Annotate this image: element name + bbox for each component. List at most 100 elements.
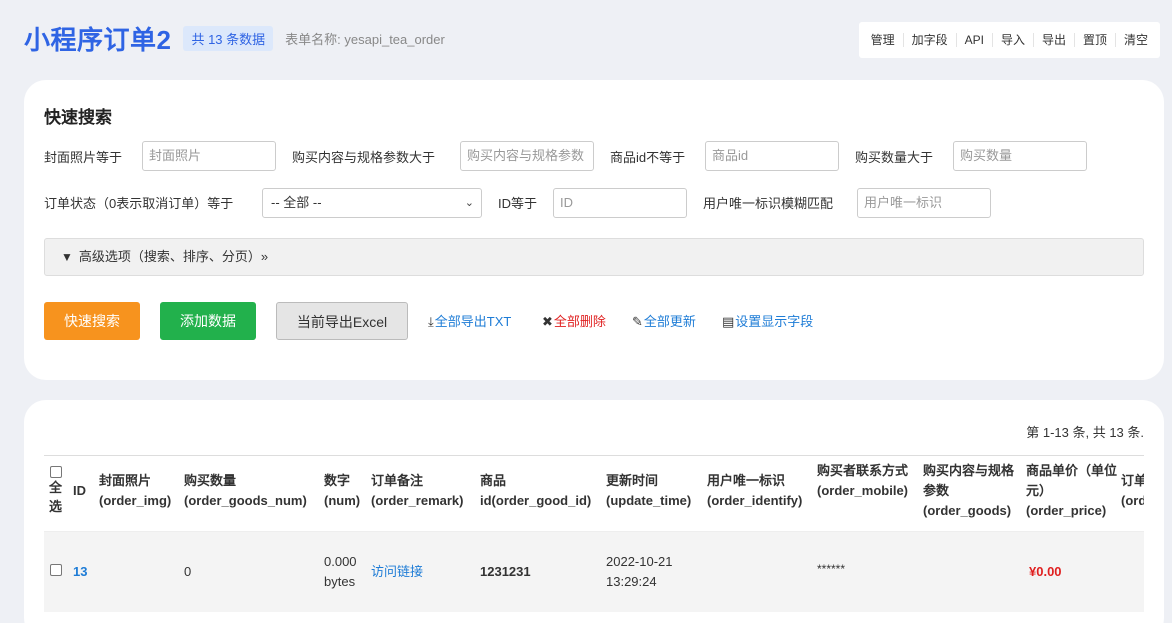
table-row: 13 0 0.000 bytes 访问链接 1231231 2022-10-21… [44, 532, 1144, 612]
delete-icon: ✖ [542, 314, 553, 329]
id-label: ID等于 [498, 196, 538, 211]
col-num-sub: (num) [324, 493, 361, 508]
col-order-goods-num[interactable]: 购买数量 (order_goods_num) [184, 471, 307, 511]
col-order-goods-num-title: 购买数量 [184, 473, 237, 488]
pin-top-link[interactable]: 置顶 [1075, 33, 1116, 47]
col-num[interactable]: 数字 (num) [324, 471, 360, 511]
col-order-mobile[interactable]: 购买者联系方式 (order_mobile) [817, 461, 913, 501]
display-fields-link[interactable]: ▤设置显示字段 [722, 311, 813, 330]
col-update-time-title: 更新时间 [606, 473, 659, 488]
chevron-down-icon: ⌄ [464, 197, 474, 209]
col-num-title: 数字 [324, 473, 351, 488]
data-table-panel: 第 1-13 条, 共 13 条. 全选 ID 封面照片 (order_img)… [24, 400, 1164, 623]
cover-label: 封面照片等于 [44, 150, 123, 165]
delete-all-link[interactable]: ✖全部删除 [542, 311, 606, 330]
edit-icon: ✎ [632, 314, 643, 329]
row-id-link[interactable]: 13 [73, 562, 87, 582]
status-select-value: -- 全部 -- [271, 195, 322, 210]
search-title: 快速搜索 [44, 108, 112, 127]
col-order-goods-num-sub: (order_goods_num) [184, 493, 307, 508]
top-action-bar: 管理 加字段 API 导入 导出 置顶 清空 [858, 22, 1160, 58]
goods-label: 购买内容与规格参数大于 [292, 150, 436, 165]
row-update-time: 2022-10-21 13:29:24 [606, 552, 673, 592]
row-price: ¥0.00 [1029, 564, 1062, 579]
record-count-badge: 共 13 条数据 [183, 25, 274, 51]
num-label: 购买数量大于 [855, 150, 934, 165]
col-id[interactable]: ID [73, 481, 86, 501]
api-link[interactable]: API [957, 33, 993, 47]
export-link[interactable]: 导出 [1034, 33, 1075, 47]
row-update-clock: 13:29:24 [606, 574, 657, 589]
status-select[interactable]: -- 全部 -- ⌄ [262, 188, 482, 218]
col-order-identify-sub: (order_identify) [707, 493, 803, 508]
export-excel-button[interactable]: 当前导出Excel [276, 302, 408, 340]
data-table: 全选 ID 封面照片 (order_img) 购买数量 (order_goods… [44, 455, 1144, 612]
select-all-label: 全选 [49, 480, 63, 514]
list-icon: ▤ [722, 314, 735, 329]
display-fields-label: 设置显示字段 [735, 314, 814, 329]
export-txt-label: 全部导出TXT [434, 314, 512, 329]
col-order-mobile-sub: (order_mobile) [817, 483, 909, 498]
col-order-goods-sub: (order_goods) [923, 503, 1012, 518]
row-good-id: 1231231 [480, 564, 531, 579]
advanced-options-label: 高级选项（搜索、排序、分页）» [78, 249, 269, 264]
col-order-identify[interactable]: 用户唯一标识 (order_identify) [707, 471, 802, 511]
good-id-label: 商品id不等于 [610, 150, 686, 165]
num-input[interactable]: 购买数量 [953, 141, 1087, 171]
col-order-more[interactable]: 订单 (ord [1121, 471, 1144, 511]
update-all-link[interactable]: ✎全部更新 [632, 311, 696, 330]
row-update-date: 2022-10-21 [606, 554, 673, 569]
manage-link[interactable]: 管理 [863, 33, 904, 47]
export-txt-link[interactable]: ⤓全部导出TXT [428, 311, 511, 330]
row-remark-link[interactable]: 访问链接 [371, 562, 423, 582]
col-order-mobile-title: 购买者联系方式 [817, 463, 909, 478]
add-field-link[interactable]: 加字段 [904, 33, 957, 47]
col-order-img-title: 封面照片 [99, 473, 152, 488]
page-header: 小程序订单2 共 13 条数据 表单名称: yesapi_tea_order [24, 18, 445, 58]
pagination-summary: 第 1-13 条, 共 13 条. [1026, 425, 1144, 440]
import-link[interactable]: 导入 [993, 33, 1034, 47]
col-order-img-sub: (order_img) [99, 493, 172, 508]
row-checkbox[interactable] [50, 564, 62, 576]
clear-link[interactable]: 清空 [1116, 33, 1156, 47]
col-order-price-sub: (order_price) [1026, 503, 1107, 518]
col-order-goods-title: 购买内容与规格参数 [923, 463, 1015, 498]
col-order-goods[interactable]: 购买内容与规格参数 (order_goods) [923, 461, 1019, 521]
row-goods-num: 0 [184, 564, 192, 579]
page-title: 小程序订单2 [24, 24, 172, 55]
col-order-remark[interactable]: 订单备注 (order_remark) [371, 471, 464, 511]
col-order-more-title: 订单 [1121, 473, 1144, 488]
good-id-input[interactable]: 商品id [705, 141, 839, 171]
identify-label: 用户唯一标识模糊匹配 [703, 196, 834, 211]
add-data-button[interactable]: 添加数据 [160, 302, 256, 340]
col-update-time-sub: (update_time) [606, 493, 692, 508]
col-order-identify-title: 用户唯一标识 [707, 473, 786, 488]
col-order-img[interactable]: 封面照片 (order_img) [99, 471, 171, 511]
update-all-label: 全部更新 [643, 314, 696, 329]
quick-search-button[interactable]: 快速搜索 [44, 302, 140, 340]
col-order-remark-title: 订单备注 [371, 473, 424, 488]
select-all-checkbox[interactable] [50, 466, 62, 478]
col-order-more-sub: (ord [1121, 493, 1144, 508]
row-num-unit: bytes [324, 574, 356, 589]
form-name: 表单名称: yesapi_tea_order [285, 31, 445, 47]
col-order-price-title: 商品单价（单位元） [1026, 463, 1118, 498]
download-icon: ⤓ [428, 314, 434, 329]
table-header: 全选 ID 封面照片 (order_img) 购买数量 (order_goods… [44, 456, 1144, 532]
col-order-price[interactable]: 商品单价（单位元） (order_price) [1026, 461, 1118, 521]
col-order-remark-sub: (order_remark) [371, 493, 464, 508]
identify-input[interactable]: 用户唯一标识 [857, 188, 991, 218]
row-num-value: 0.000 [324, 554, 357, 569]
col-order-good-id[interactable]: 商品 id(order_good_id) [480, 471, 591, 511]
filter-icon: ▼ [61, 250, 73, 264]
id-input[interactable]: ID [553, 188, 687, 218]
delete-all-label: 全部删除 [553, 314, 606, 329]
cover-input[interactable]: 封面照片 [142, 141, 276, 171]
row-num: 0.000 bytes [324, 552, 357, 592]
advanced-options-toggle[interactable]: ▼ 高级选项（搜索、排序、分页）» [44, 238, 1144, 276]
goods-input[interactable]: 购买内容与规格参数 [460, 141, 594, 171]
status-label: 订单状态（0表示取消订单）等于 [44, 196, 234, 211]
row-mobile: ****** [817, 562, 846, 576]
col-update-time[interactable]: 更新时间 (update_time) [606, 471, 691, 511]
col-order-good-id-sub: id(order_good_id) [480, 493, 592, 508]
